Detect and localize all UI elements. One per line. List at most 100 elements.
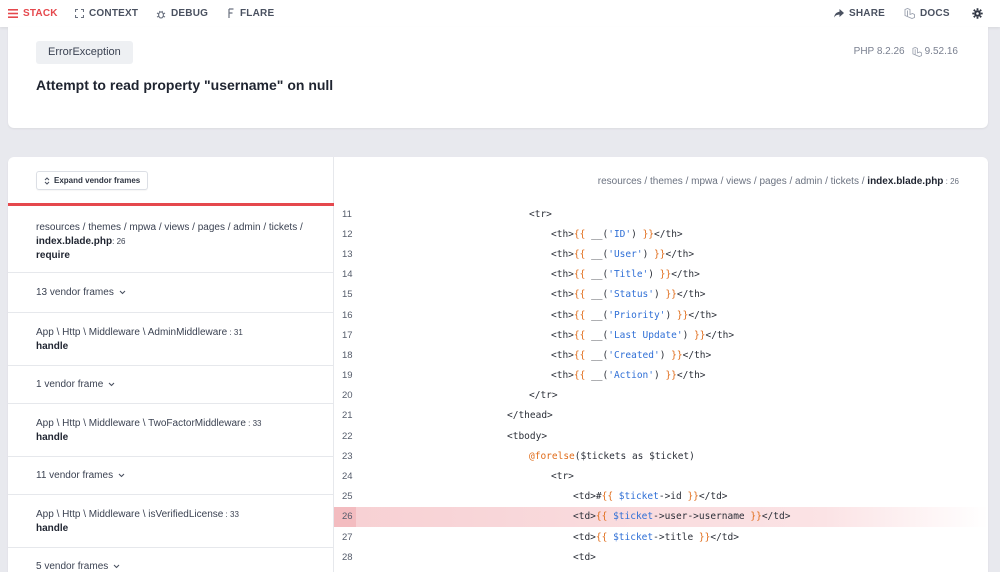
vendor-frames-label: 13 vendor frames (36, 287, 114, 298)
line-number[interactable]: 21 (334, 410, 356, 421)
code-line: 13 <th>{{ __('User') }}</th> (334, 244, 988, 264)
code-line: 17 <th>{{ __('Last Update') }}</th> (334, 325, 988, 345)
settings-button[interactable] (972, 7, 983, 20)
line-number[interactable]: 27 (334, 532, 356, 543)
code-line: 22 <tbody> (334, 426, 988, 446)
code-text: <th>{{ __('Priority') }}</th> (551, 309, 717, 321)
frame-line: : 26 (112, 237, 126, 246)
line-number[interactable]: 15 (334, 289, 356, 300)
code-line: 14 <th>{{ __('Title') }}</th> (334, 265, 988, 285)
code-lines: 11 <tr> 12 <th>{{ __('ID') }}</th> 13 <th>{{ … (334, 204, 988, 567)
file-breadcrumb[interactable]: resources / themes / mpwa / views / page… (598, 176, 959, 187)
vendor-frames-label: 5 vendor frames (36, 561, 109, 572)
stack-trace-panel: Expand vendor frames resources / themes … (8, 157, 988, 572)
line-number[interactable]: 19 (334, 370, 356, 381)
nav-debug-label: DEBUG (171, 8, 209, 19)
line-number[interactable]: 12 (334, 229, 356, 240)
flare-icon (228, 8, 234, 18)
nav-stack[interactable]: STACK (8, 7, 58, 20)
line-number[interactable]: 25 (334, 491, 356, 502)
line-number[interactable]: 14 (334, 269, 356, 280)
nav-context[interactable]: CONTEXT (75, 7, 138, 20)
code-line: 28 <td> (334, 547, 988, 567)
frame-method: require (36, 250, 70, 261)
code-line: 15 <th>{{ __('Status') }}</th> (334, 285, 988, 305)
line-number[interactable]: 28 (334, 552, 356, 563)
expand-vendor-frames-button[interactable]: Expand vendor frames (36, 171, 149, 190)
code-line: 23 @forelse($tickets as $ticket) (334, 446, 988, 466)
code-text: <th>{{ __('Title') }}</th> (551, 269, 700, 281)
nav-flare-label: FLARE (240, 8, 275, 19)
share-icon (834, 9, 844, 18)
nav-flare[interactable]: FLARE (227, 7, 274, 20)
code-text: <th>{{ __('ID') }}</th> (551, 228, 683, 240)
laravel-icon (904, 8, 915, 19)
chevron-down-icon (113, 564, 120, 569)
chevron-down-icon (108, 382, 115, 387)
nav-debug[interactable]: DEBUG (156, 7, 208, 20)
nav-context-label: CONTEXT (89, 8, 139, 19)
nav-share-label: SHARE (849, 8, 886, 19)
code-line: 24 <tr> (334, 466, 988, 486)
frame-line: : 33 (223, 510, 239, 519)
laravel-version: 9.52.16 (924, 46, 958, 57)
code-line: 19 <th>{{ __('Action') }}</th> (334, 366, 988, 386)
code-text: <th>{{ __('Last Update') }}</th> (551, 329, 735, 341)
error-header: ErrorException PHP 8.2.26 9.52.16 Attemp… (8, 27, 988, 128)
error-message: Attempt to read property "username" on n… (36, 77, 334, 93)
frame-item[interactable]: App \ Http \ Middleware \ AdminMiddlewar… (8, 313, 334, 366)
code-text: <td> (573, 551, 596, 563)
line-number[interactable]: 26 (334, 511, 356, 522)
frame-file-group: App \ Http \ Middleware \ AdminMiddlewar… (36, 326, 334, 340)
frame-item[interactable]: App \ Http \ Middleware \ TwoFactorMiddl… (8, 404, 334, 457)
frame-file: App \ Http \ Middleware \ isVerifiedLice… (36, 509, 224, 520)
line-number[interactable]: 18 (334, 350, 356, 361)
expand-corners-icon (75, 9, 84, 18)
vendor-frames-toggle[interactable]: 11 vendor frames (8, 457, 334, 495)
frame-item[interactable]: resources / themes / mpwa / views / page… (8, 206, 334, 273)
line-number[interactable]: 17 (334, 330, 356, 341)
code-text: <th>{{ __('Created') }}</th> (551, 349, 712, 361)
nav-share[interactable]: SHARE (834, 7, 885, 20)
line-number[interactable]: 23 (334, 451, 356, 462)
chevron-down-icon (119, 290, 126, 295)
laravel-version-group: 9.52.16 (912, 46, 958, 57)
line-number[interactable]: 20 (334, 390, 356, 401)
code-line: 11 <tr> (334, 204, 988, 224)
file-line: : 26 (943, 177, 959, 186)
nav-docs[interactable]: DOCS (904, 7, 950, 20)
frame-line: : 33 (245, 419, 262, 428)
line-number[interactable]: 22 (334, 431, 356, 442)
frame-item[interactable]: App \ Http \ Middleware \ isVerifiedLice… (8, 495, 334, 548)
frame-file: App \ Http \ Middleware \ AdminMiddlewar… (36, 327, 228, 338)
top-navigation: STACK CONTEXT DEBUG FLARE SHARE DOCS (0, 0, 1000, 27)
code-text: <td>{{ $ticket->title }}</td> (573, 531, 739, 543)
line-number[interactable]: 24 (334, 471, 356, 482)
expand-vendor-frames-label: Expand vendor frames (54, 176, 141, 185)
code-line: 21 </thead> (334, 406, 988, 426)
frame-method: handle (36, 341, 69, 352)
code-text: <td>{{ $ticket->user->username }}</td> (573, 511, 791, 523)
code-text: <th>{{ __('Status') }}</th> (551, 289, 706, 301)
nav-stack-label: STACK (23, 8, 58, 19)
line-number[interactable]: 13 (334, 249, 356, 260)
code-text: @forelse($tickets as $ticket) (529, 450, 695, 462)
frame-list: resources / themes / mpwa / views / page… (8, 206, 334, 572)
line-number[interactable]: 11 (334, 209, 356, 220)
vendor-frames-toggle[interactable]: 13 vendor frames (8, 273, 334, 313)
code-viewer: resources / themes / mpwa / views / page… (334, 157, 988, 572)
frame-file-group: index.blade.php: 26 (36, 235, 334, 249)
vendor-frames-toggle[interactable]: 5 vendor frames (8, 548, 334, 572)
file-name: index.blade.php (867, 176, 944, 187)
vendor-frames-label: 11 vendor frames (36, 470, 114, 481)
vendor-frames-toggle[interactable]: 1 vendor frame (8, 366, 334, 404)
line-number[interactable]: 16 (334, 310, 356, 321)
code-text: <tr> (551, 471, 574, 483)
frame-file-group: App \ Http \ Middleware \ TwoFactorMiddl… (36, 417, 334, 431)
code-text: <td>#{{ $ticket->id }}</td> (573, 491, 728, 503)
chevron-up-down-icon (44, 176, 50, 185)
code-text: </tr> (529, 390, 558, 402)
chevron-down-icon (118, 473, 125, 478)
code-text: <tbody> (507, 430, 548, 442)
frame-file-group: App \ Http \ Middleware \ isVerifiedLice… (36, 508, 334, 522)
